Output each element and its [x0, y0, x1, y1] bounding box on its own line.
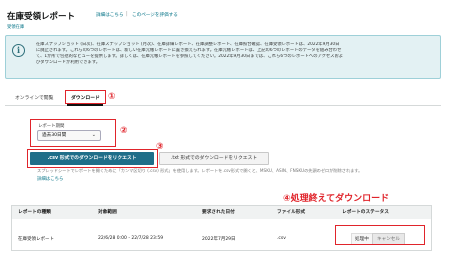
cell-range: 22/6/28 0:00 - 22/7/28 23:59 — [98, 236, 164, 241]
hint-learn-more-link[interactable]: 詳細はこちら — [37, 176, 63, 182]
report-period-select[interactable]: 過去30日間 ⌄ — [37, 130, 101, 141]
chevron-down-icon: ⌄ — [91, 132, 96, 138]
request-csv-download-button[interactable]: .csv 形式でのダウンロードをリクエスト — [30, 152, 154, 165]
column-header-range: 対象範囲 — [98, 210, 117, 215]
page-title: 在庫受領レポート — [7, 12, 76, 22]
annotation-callout-3: ③ — [156, 142, 164, 152]
annotation-callout-1: ① — [108, 92, 116, 102]
tab-view-online[interactable]: オンラインで閲覧 — [15, 94, 53, 101]
annotation-box-4 — [335, 225, 425, 245]
report-period-value: 過去30日間 — [42, 133, 67, 138]
annotation-callout-4: ④処理終えてダウンロード — [283, 194, 390, 204]
csv-hint-text: スプレッドシートでレポートを開くために「カンマ区切り (.csv) 形式」を使用… — [37, 168, 363, 173]
column-header-file-format: ファイル形式 — [277, 210, 306, 215]
cell-report-type: 在庫受領レポート — [18, 237, 54, 242]
tab-active-indicator — [67, 104, 103, 106]
info-line: びダウンロードが利用できます。 — [36, 60, 101, 66]
column-header-status: レポートのステータス — [342, 210, 389, 215]
annotation-box-1 — [65, 90, 106, 104]
cell-file-format: .csv — [277, 236, 286, 241]
info-icon: i — [12, 44, 25, 57]
rate-page-link[interactable]: このページを評価する — [132, 12, 178, 18]
report-period-label: レポート期間 — [38, 124, 65, 129]
breadcrumb[interactable]: 受領在庫 — [7, 24, 24, 30]
info-message: 在庫スナップショット (日次)、在庫スナップショット (月次)、在庫詳細レポート… — [36, 42, 434, 66]
learn-more-link[interactable]: 詳細はこちら — [96, 12, 124, 18]
annotation-callout-2: ② — [120, 126, 128, 136]
cell-requested-date: 2022年7月29日 — [202, 237, 236, 242]
request-txt-download-button[interactable]: .txt 形式でのダウンロードをリクエスト — [159, 152, 269, 165]
header-separator: | — [126, 11, 128, 17]
info-banner: i 在庫スナップショット (日次)、在庫スナップショット (月次)、在庫詳細レポ… — [5, 35, 441, 79]
column-header-report-type: レポートの種類 — [18, 210, 51, 215]
table-header: レポートの種類 対象範囲 要求された日付 ファイル形式 レポートのステータス — [12, 206, 431, 219]
column-header-requested-date: 要求された日付 — [202, 210, 235, 215]
